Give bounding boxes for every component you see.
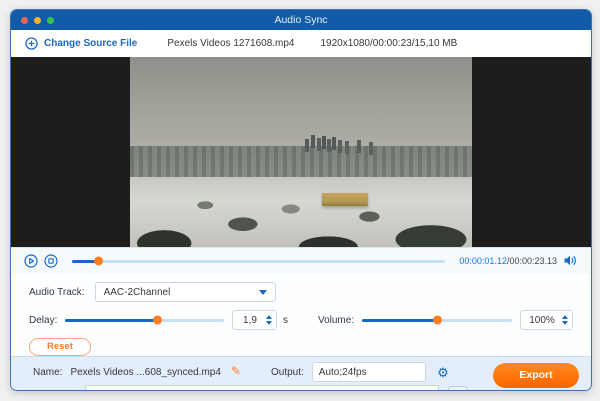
output-label: Output: [271, 367, 304, 378]
export-button[interactable]: Export [493, 363, 579, 388]
delay-thumb[interactable] [153, 316, 162, 325]
edit-name-icon[interactable]: ✎ [231, 365, 241, 377]
output-format-box[interactable]: Auto;24fps ⚙ [312, 362, 426, 382]
window-title: Audio Sync [11, 14, 591, 26]
stepper-down-icon[interactable] [266, 321, 272, 325]
save-path-field [85, 385, 439, 391]
delay-slider[interactable] [65, 319, 224, 322]
delay-label: Delay: [29, 315, 57, 326]
plus-circle-icon [25, 37, 38, 50]
title-bar: Audio Sync [11, 10, 591, 30]
playback-progress-slider[interactable] [72, 260, 445, 263]
speaker-icon[interactable] [563, 254, 578, 268]
current-time: 00:00:01.12 [459, 256, 507, 266]
browse-folder-button[interactable] [448, 386, 468, 392]
delay-stepper [232, 310, 277, 330]
progress-thumb[interactable] [94, 257, 103, 266]
change-source-file-button[interactable]: Change Source File [25, 37, 137, 50]
screen: Audio Sync Change Source File Pexels Vid… [0, 0, 600, 401]
volume-stepper-arrows[interactable] [562, 315, 568, 325]
video-frame[interactable] [130, 57, 472, 247]
export-panel: Name: Pexels Videos ...608_synced.mp4 ✎ … [11, 356, 591, 392]
delay-unit: s [283, 315, 288, 326]
stepper-up-icon[interactable] [266, 315, 272, 319]
volume-value-input[interactable] [525, 314, 559, 327]
video-preview-area [11, 57, 591, 247]
stop-button[interactable] [44, 254, 58, 268]
source-file-name: Pexels Videos 1271608.mp4 [167, 38, 294, 49]
time-display: 00:00:01.12/00:00:23.13 [459, 256, 557, 266]
controls-panel: Audio Track: AAC-2Channel Delay: [11, 274, 591, 356]
audio-track-select[interactable]: AAC-2Channel [95, 282, 276, 302]
source-file-info: 1920x1080/00:00:23/15,10 MB [321, 38, 458, 49]
video-trees [130, 57, 472, 247]
play-button[interactable] [24, 254, 38, 268]
volume-thumb[interactable] [433, 316, 442, 325]
stepper-up-icon[interactable] [562, 315, 568, 319]
audio-track-value: AAC-2Channel [104, 287, 171, 298]
volume-label: Volume: [318, 315, 354, 326]
transport-bar: 00:00:01.12/00:00:23.13 [11, 247, 591, 274]
output-file-name: Pexels Videos ...608_synced.mp4 [70, 367, 220, 378]
reset-button[interactable]: Reset [29, 338, 91, 356]
chevron-down-icon [259, 290, 267, 295]
audio-track-label: Audio Track: [29, 287, 85, 298]
save-path-input[interactable] [86, 389, 438, 391]
app-window: Audio Sync Change Source File Pexels Vid… [10, 9, 592, 391]
change-source-file-label: Change Source File [44, 38, 137, 49]
gear-icon[interactable]: ⚙ [437, 366, 449, 379]
stepper-down-icon[interactable] [562, 321, 568, 325]
toolbar: Change Source File Pexels Videos 1271608… [11, 30, 591, 57]
volume-slider[interactable] [362, 319, 512, 322]
total-time: /00:00:23.13 [507, 256, 557, 266]
delay-value-input[interactable] [237, 314, 263, 327]
volume-stepper [520, 310, 573, 330]
delay-stepper-arrows[interactable] [266, 315, 272, 325]
name-label: Name: [33, 367, 62, 378]
output-format-value: Auto;24fps [319, 367, 367, 378]
save-to-label: Save to: [33, 389, 70, 391]
